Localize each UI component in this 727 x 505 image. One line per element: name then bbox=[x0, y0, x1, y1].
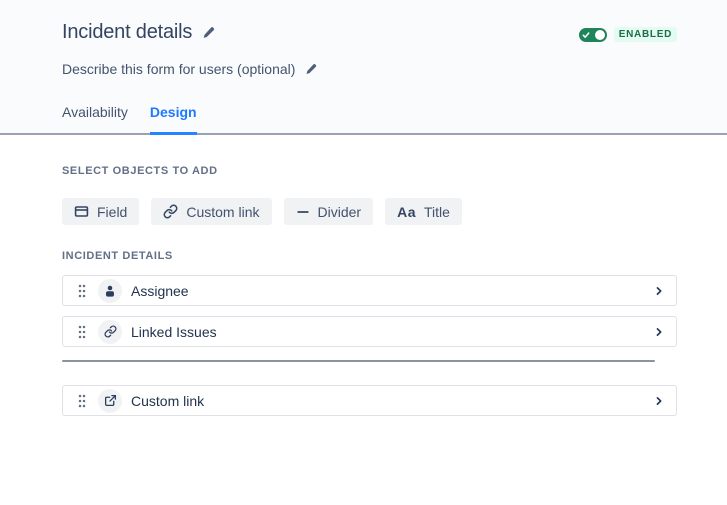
add-custom-link-button[interactable]: Custom link bbox=[151, 198, 271, 225]
page-title: Incident details bbox=[62, 21, 192, 44]
tab-design[interactable]: Design bbox=[150, 104, 197, 133]
add-title-label: Title bbox=[424, 204, 450, 220]
person-icon bbox=[98, 279, 122, 303]
add-divider-label: Divider bbox=[318, 204, 362, 220]
form-item-custom-link[interactable]: Custom link bbox=[62, 385, 677, 416]
drag-handle-icon[interactable] bbox=[78, 325, 86, 339]
drag-handle-icon[interactable] bbox=[78, 284, 86, 298]
form-description-placeholder[interactable]: Describe this form for users (optional) bbox=[62, 61, 295, 77]
field-icon bbox=[74, 204, 89, 219]
chevron-right-icon[interactable] bbox=[654, 327, 664, 337]
form-header: Incident details Describe this form for … bbox=[0, 0, 727, 135]
title-text-icon: Aa bbox=[397, 204, 416, 220]
link-icon bbox=[98, 320, 122, 344]
add-divider-button[interactable]: Divider bbox=[284, 198, 374, 225]
design-panel: SELECT OBJECTS TO ADD Field Custom link … bbox=[0, 135, 727, 416]
objects-section-label: SELECT OBJECTS TO ADD bbox=[62, 165, 677, 178]
edit-title-pencil-icon[interactable] bbox=[202, 26, 215, 39]
enabled-toggle[interactable] bbox=[579, 28, 607, 42]
form-items-list: Assignee Linked Issues bbox=[62, 275, 677, 416]
form-item-label: Linked Issues bbox=[131, 324, 217, 340]
chevron-right-icon[interactable] bbox=[654, 396, 664, 406]
form-item-assignee[interactable]: Assignee bbox=[62, 275, 677, 306]
divider-icon bbox=[296, 205, 310, 219]
form-item-label: Custom link bbox=[131, 393, 204, 409]
link-icon bbox=[163, 204, 178, 219]
add-custom-link-label: Custom link bbox=[186, 204, 259, 220]
form-item-divider[interactable] bbox=[62, 360, 655, 362]
form-item-linked-issues[interactable]: Linked Issues bbox=[62, 316, 677, 347]
form-enabled-control: ENABLED bbox=[579, 27, 677, 42]
form-item-label: Assignee bbox=[131, 283, 189, 299]
add-title-button[interactable]: Aa Title bbox=[385, 198, 462, 225]
chevron-right-icon[interactable] bbox=[654, 286, 664, 296]
add-field-button[interactable]: Field bbox=[62, 198, 139, 225]
drag-handle-icon[interactable] bbox=[78, 394, 86, 408]
check-icon bbox=[582, 31, 590, 39]
status-badge: ENABLED bbox=[614, 27, 677, 42]
tab-bar: Availability Design bbox=[62, 104, 197, 133]
external-link-icon bbox=[98, 389, 122, 413]
add-field-label: Field bbox=[97, 204, 127, 220]
form-title-row: Incident details bbox=[62, 21, 215, 44]
form-section-label: INCIDENT DETAILS bbox=[62, 250, 677, 263]
form-builder-page: Incident details Describe this form for … bbox=[0, 0, 727, 505]
form-description-row: Describe this form for users (optional) bbox=[62, 61, 317, 77]
object-palette: Field Custom link Divider Aa Title bbox=[62, 198, 677, 225]
tab-availability[interactable]: Availability bbox=[62, 104, 128, 133]
edit-description-pencil-icon[interactable] bbox=[305, 63, 317, 75]
toggle-knob bbox=[595, 30, 605, 40]
